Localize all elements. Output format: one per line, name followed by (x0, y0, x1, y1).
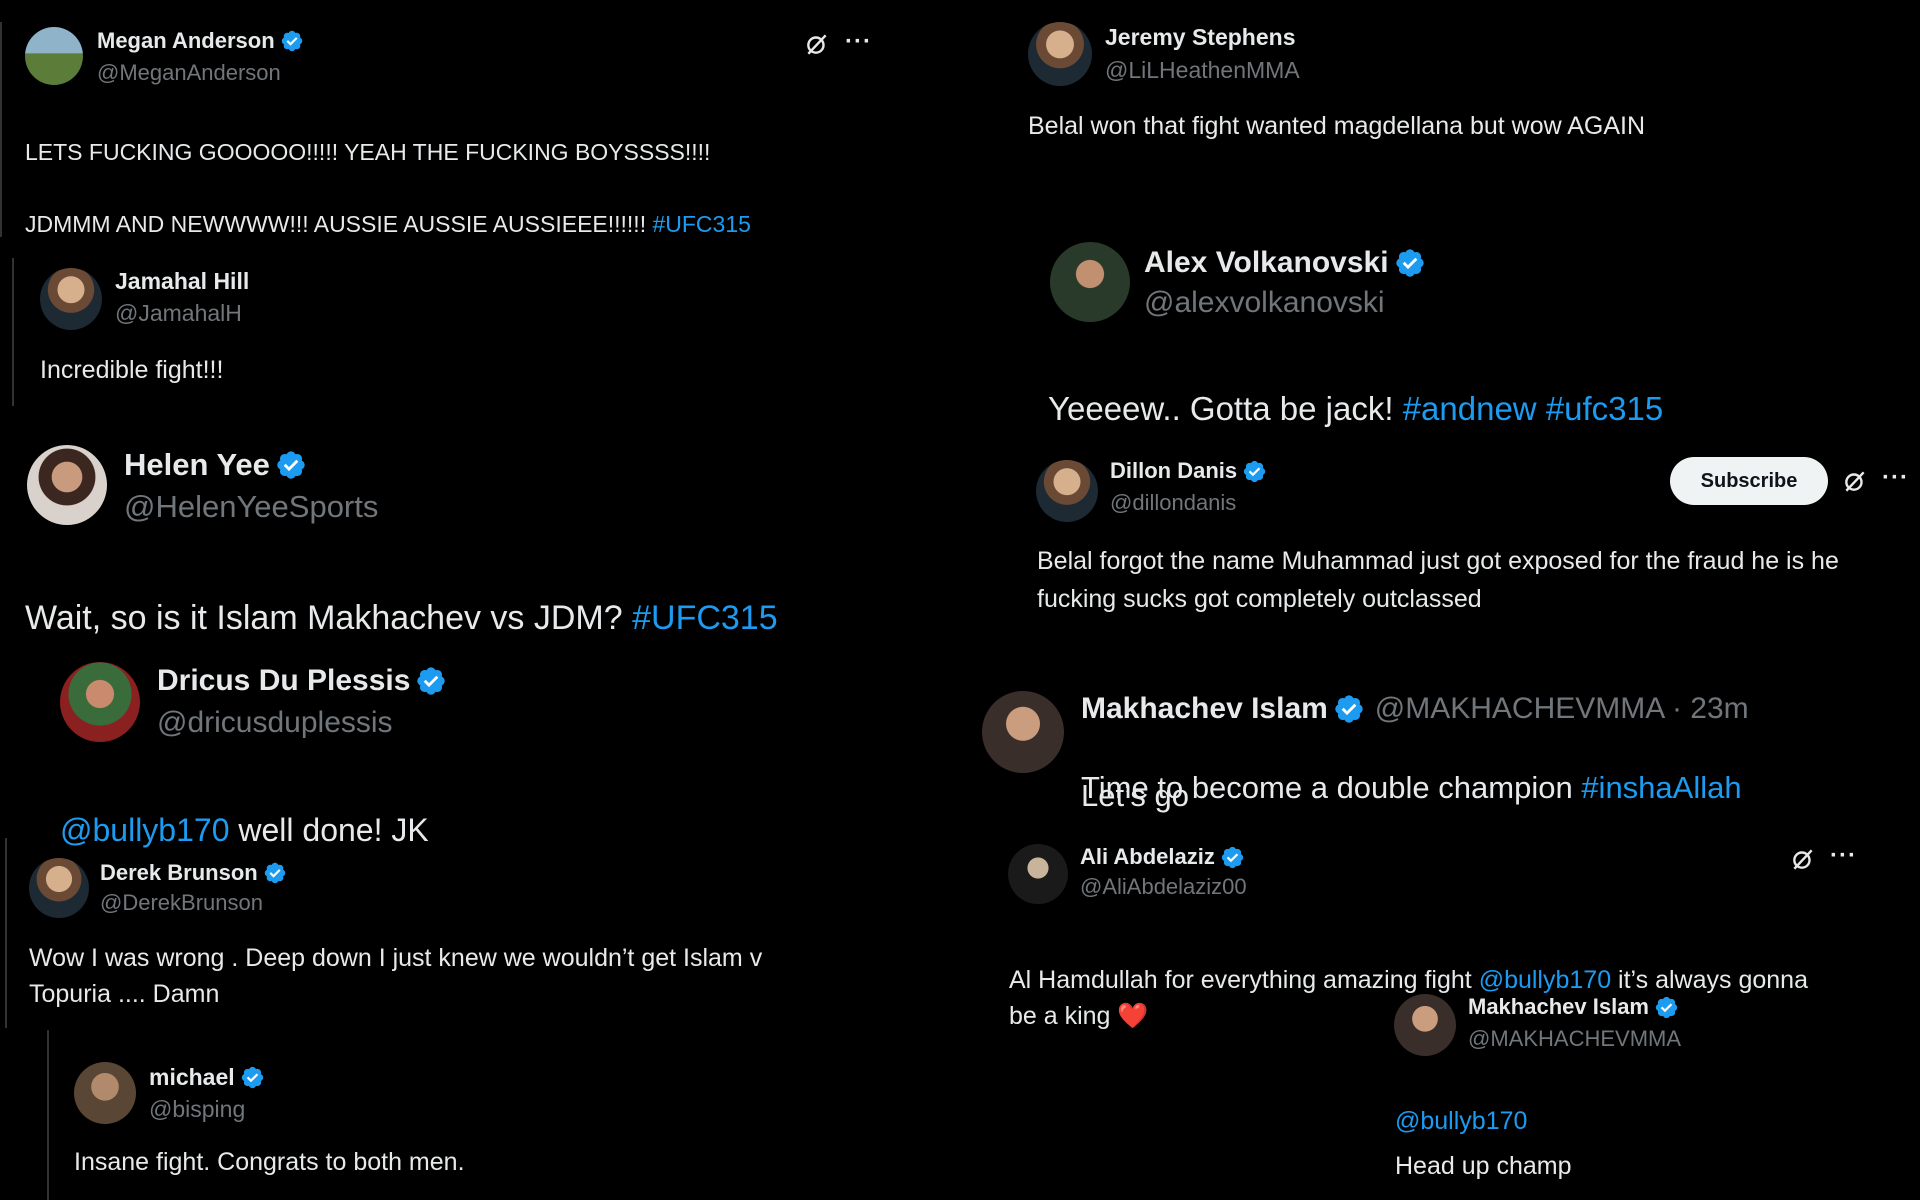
verified-badge-icon (280, 29, 304, 53)
verified-badge-icon (415, 665, 447, 697)
verified-badge-icon (1242, 459, 1267, 484)
author-name[interactable]: Jeremy Stephens (1105, 24, 1295, 51)
tweet-makhachev-islam-main: Makhachev Islam @MAKHACHEVMMA · 23m Time… (980, 684, 1920, 824)
tweet-derek-brunson: Derek Brunson @DerekBrunson Wow I was wr… (0, 838, 880, 1028)
author-handle[interactable]: @AliAbdelaziz00 (1080, 874, 1247, 900)
author-name[interactable]: Dillon Danis (1110, 458, 1237, 484)
tweet-text: Wow I was wrong . Deep down I just knew … (29, 944, 763, 1008)
tweet-text: Wait, so is it Islam Makhachev vs JDM? #… (25, 599, 778, 637)
hashtag-link[interactable]: #UFC315 (632, 599, 778, 637)
avatar[interactable] (982, 691, 1064, 773)
verified-badge-icon (1220, 845, 1245, 870)
grok-icon[interactable] (1842, 468, 1868, 494)
avatar[interactable] (1394, 994, 1456, 1056)
avatar[interactable] (74, 1062, 136, 1124)
tweet-jeremy-stephens: Jeremy Stephens @LiLHeathenMMA Belal won… (1000, 20, 1900, 150)
grok-icon[interactable] (804, 31, 830, 57)
author-handle[interactable]: @MAKHACHEVMMA (1468, 1026, 1681, 1052)
tweet-text: Belal won that fight wanted magdellana b… (1028, 112, 1646, 140)
thread-line (0, 22, 2, 237)
verified-badge-icon (275, 449, 307, 481)
author-handle[interactable]: @alexvolkanovski (1144, 286, 1385, 320)
thread-line (5, 838, 7, 1028)
tweet-dillon-danis: Dillon Danis @dillondanis Subscribe ··· … (1030, 450, 1920, 620)
tweet-jamahal-hill: Jamahal Hill @JamahalH Incredible fight!… (12, 258, 872, 408)
avatar[interactable] (1050, 242, 1130, 322)
author-handle-time[interactable]: @MAKHACHEVMMA · 23m (1375, 692, 1749, 726)
avatar[interactable] (1008, 844, 1068, 904)
tweet-text: Incredible fight!!! (40, 356, 224, 384)
thread-line (47, 1030, 49, 1200)
author-name[interactable]: Helen Yee (124, 447, 270, 483)
verified-badge-icon (1654, 995, 1679, 1020)
verified-badge-icon (1394, 247, 1426, 279)
tweet-text: Yeeeew.. Gotta be jack! #andnew #ufc315 (1048, 390, 1664, 427)
tweet-text: Insane fight. Congrats to both men. (74, 1148, 465, 1176)
tweet-mention: @bullyb170 (1395, 1078, 1527, 1136)
author-handle[interactable]: @dillondanis (1110, 490, 1236, 516)
tweet-text-line2: JDMMM AND NEWWWW!!! AUSSIE AUSSIE AUSSIE… (25, 211, 751, 237)
more-icon[interactable]: ··· (1882, 464, 1909, 492)
verified-badge-icon (263, 861, 287, 885)
hashtag-link[interactable]: #UFC315 (652, 211, 750, 237)
tweet-helen-yee: Helen Yee @HelenYeeSports Wait, so is it… (0, 440, 900, 637)
hashtag-link[interactable]: #inshaAllah (1581, 770, 1741, 805)
tweet-makhachev-islam-reply: Makhachev Islam @MAKHACHEVMMA @bullyb170… (1390, 990, 1890, 1195)
author-name[interactable]: Makhachev Islam (1081, 692, 1328, 726)
author-name[interactable]: Alex Volkanovski (1144, 246, 1389, 280)
thread-line (12, 258, 14, 406)
verified-badge-icon (1333, 693, 1365, 725)
avatar[interactable] (29, 858, 89, 918)
author-name[interactable]: Makhachev Islam (1468, 994, 1649, 1020)
tweet-megan-anderson: Megan Anderson @MeganAnderson ··· LETS F… (0, 22, 880, 237)
author-name[interactable]: Dricus Du Plessis (157, 664, 410, 698)
author-name[interactable]: michael (149, 1064, 235, 1091)
author-name[interactable]: Derek Brunson (100, 860, 258, 886)
avatar[interactable] (1036, 460, 1098, 522)
tweet-text: Belal forgot the name Muhammad just got … (1037, 547, 1839, 613)
author-handle[interactable]: @dricusduplessis (157, 706, 393, 740)
author-name[interactable]: Ali Abdelaziz (1080, 844, 1215, 870)
more-icon[interactable]: ··· (845, 28, 872, 56)
avatar[interactable] (60, 662, 140, 742)
avatar[interactable] (1028, 22, 1092, 86)
verified-badge-icon (240, 1065, 265, 1090)
avatar[interactable] (40, 268, 102, 330)
tweet-ali-abdelaziz: Ali Abdelaziz @AliAbdelaziz00 ··· Al Ham… (1000, 838, 1900, 1030)
tweet-michael-bisping: michael @bisping Insane fight. Congrats … (45, 1030, 845, 1200)
author-handle[interactable]: @DerekBrunson (100, 890, 263, 916)
tweet-text: LETS FUCKING GOOOOO!!!!! YEAH THE FUCKIN… (25, 139, 711, 165)
author-name[interactable]: Megan Anderson (97, 28, 275, 54)
author-handle[interactable]: @JamahalH (115, 300, 242, 327)
author-handle[interactable]: @HelenYeeSports (124, 489, 378, 525)
hashtag-link[interactable]: #andnew (1403, 390, 1537, 427)
tweet-text-line2: Let’s go (1081, 778, 1190, 813)
tweet-alex-volkanovski: Alex Volkanovski @alexvolkanovski Yeeeew… (1040, 240, 1900, 427)
author-name[interactable]: Jamahal Hill (115, 268, 249, 295)
more-icon[interactable]: ··· (1830, 842, 1857, 870)
avatar[interactable] (25, 27, 83, 85)
author-handle[interactable]: @LiLHeathenMMA (1105, 57, 1300, 84)
tweet-dricus-du-plessis: Dricus Du Plessis @dricusduplessis @bull… (0, 655, 900, 848)
avatar[interactable] (27, 445, 107, 525)
heart-emoji: ❤️ (1117, 1002, 1149, 1030)
author-handle[interactable]: @MeganAnderson (97, 60, 281, 86)
subscribe-button[interactable]: Subscribe (1670, 457, 1828, 505)
tweet-text: Head up champ (1395, 1152, 1572, 1180)
hashtag-link[interactable]: #ufc315 (1546, 390, 1663, 427)
author-handle[interactable]: @bisping (149, 1096, 245, 1123)
mention-link[interactable]: @bullyb170 (1395, 1107, 1527, 1135)
grok-icon[interactable] (1790, 846, 1816, 872)
